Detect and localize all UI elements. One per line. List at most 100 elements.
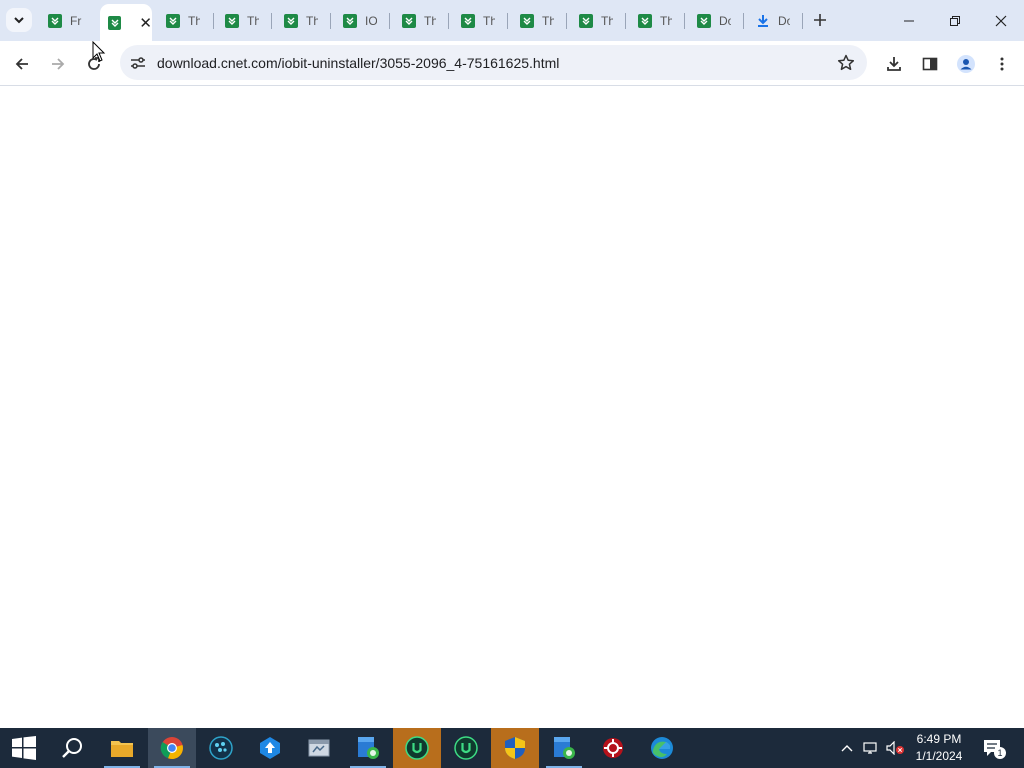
- taskbar-chrome[interactable]: [148, 728, 196, 768]
- side-panel-button[interactable]: [915, 49, 945, 79]
- tab-divider: [213, 13, 214, 29]
- side-panel-icon: [922, 57, 938, 71]
- tab-title: Th: [424, 14, 436, 28]
- taskbar-iobit-installer[interactable]: [344, 728, 392, 768]
- taskbar-file-explorer[interactable]: [98, 728, 146, 768]
- tab[interactable]: Th: [579, 6, 613, 36]
- download-icon: [887, 57, 901, 71]
- tab[interactable]: Th: [402, 6, 436, 36]
- iobit-box-icon: [358, 737, 379, 759]
- tab-title: Th: [483, 14, 495, 28]
- tab[interactable]: Th: [461, 6, 495, 36]
- system-clock[interactable]: 6:49 PM 1/1/2024: [910, 731, 968, 765]
- chrome-icon: [160, 737, 183, 760]
- downloads-button[interactable]: [879, 49, 909, 79]
- tab[interactable]: IO: [343, 6, 377, 36]
- folder-icon: [111, 741, 133, 757]
- volume-button[interactable]: [884, 728, 908, 768]
- cnet-icon: [520, 14, 534, 28]
- url-text[interactable]: download.cnet.com/iobit-uninstaller/3055…: [157, 55, 559, 71]
- clock-time: 6:49 PM: [916, 732, 962, 746]
- network-icon: [863, 742, 877, 754]
- star-icon: [837, 54, 855, 71]
- tab-search-button[interactable]: [6, 8, 32, 32]
- upload-icon: [260, 737, 280, 759]
- more-vertical-icon: [1000, 57, 1004, 71]
- tab[interactable]: Th: [638, 6, 672, 36]
- cnet-icon: [579, 14, 593, 28]
- minimize-button[interactable]: [886, 0, 932, 41]
- taskbar-app-dots[interactable]: [197, 728, 245, 768]
- tab-divider: [330, 13, 331, 29]
- tab-title: Th: [601, 14, 613, 28]
- notification-badge: 1: [994, 747, 1006, 759]
- cnet-icon: [225, 14, 239, 28]
- cnet-icon: [461, 14, 475, 28]
- cnet-icon: [638, 14, 652, 28]
- tab[interactable]: Th: [225, 6, 259, 36]
- taskbar-iobit-uninstaller[interactable]: [393, 728, 441, 768]
- show-hidden-icons-button[interactable]: [836, 728, 858, 768]
- tab-title: Do: [719, 14, 731, 28]
- cnet-icon: [402, 14, 416, 28]
- search-icon: [62, 738, 82, 758]
- taskbar-iobit-uninstaller-2[interactable]: [442, 728, 490, 768]
- tab-divider: [566, 13, 567, 29]
- tab-title: Th: [660, 14, 672, 28]
- taskbar: 6:49 PM 1/1/2024 1: [0, 728, 1024, 768]
- tab-divider: [684, 13, 685, 29]
- taskbar-iobit-installer-2[interactable]: [540, 728, 588, 768]
- new-tab-button[interactable]: [808, 8, 832, 32]
- taskbar-app-window[interactable]: [295, 728, 343, 768]
- site-info-icon[interactable]: [128, 53, 148, 73]
- tab[interactable]: Fr: [48, 6, 82, 36]
- close-tab-icon[interactable]: ✕: [139, 14, 152, 32]
- notifications-button[interactable]: 1: [978, 728, 1008, 768]
- tab[interactable]: Th: [166, 6, 200, 36]
- download-icon: [756, 14, 770, 28]
- profile-button[interactable]: [951, 49, 981, 79]
- tab-title: Th: [247, 14, 259, 28]
- taskbar-edge[interactable]: [638, 728, 686, 768]
- bookmark-star-button[interactable]: [835, 52, 857, 74]
- tab[interactable]: Do: [697, 6, 731, 36]
- restore-button[interactable]: [932, 0, 978, 41]
- page-content: [0, 87, 1024, 728]
- tab-divider: [271, 13, 272, 29]
- close-window-button[interactable]: [978, 0, 1024, 41]
- app-dots-icon: [209, 736, 233, 760]
- iobit-box-icon: [554, 737, 575, 759]
- tab[interactable]: Do: [756, 6, 790, 36]
- address-bar[interactable]: download.cnet.com/iobit-uninstaller/3055…: [120, 45, 867, 80]
- tab[interactable]: Th: [284, 6, 318, 36]
- volume-muted-icon: [886, 741, 904, 755]
- tab-divider: [743, 13, 744, 29]
- taskbar-app-red[interactable]: [589, 728, 637, 768]
- tab-title: Do: [778, 14, 790, 28]
- cnet-icon: [166, 14, 180, 28]
- edge-icon: [651, 737, 673, 759]
- tab-divider: [507, 13, 508, 29]
- mouse-cursor-icon: [92, 40, 106, 68]
- tab-active[interactable]: ✕: [100, 4, 152, 41]
- back-button[interactable]: [7, 49, 37, 79]
- red-gear-icon: [603, 738, 623, 758]
- menu-button[interactable]: [987, 49, 1017, 79]
- window-app-icon: [308, 739, 330, 757]
- cnet-icon: [108, 15, 122, 30]
- arrow-left-icon: [15, 58, 28, 70]
- iobit-uninstaller-icon: [405, 736, 429, 760]
- taskbar-uac-shield[interactable]: [491, 728, 539, 768]
- tab-strip: Fr ✕ Th Th Th IO Th Th Th Th Th D D: [0, 0, 1024, 41]
- start-button[interactable]: [0, 728, 48, 768]
- forward-button[interactable]: [43, 49, 73, 79]
- search-button[interactable]: [48, 728, 96, 768]
- tab-divider: [389, 13, 390, 29]
- taskbar-app-upload[interactable]: [246, 728, 294, 768]
- cnet-icon: [48, 14, 62, 28]
- tab[interactable]: Th: [520, 6, 554, 36]
- network-button[interactable]: [860, 728, 882, 768]
- chevron-up-icon: [841, 745, 853, 752]
- tab-title: IO: [365, 14, 377, 28]
- cnet-icon: [284, 14, 298, 28]
